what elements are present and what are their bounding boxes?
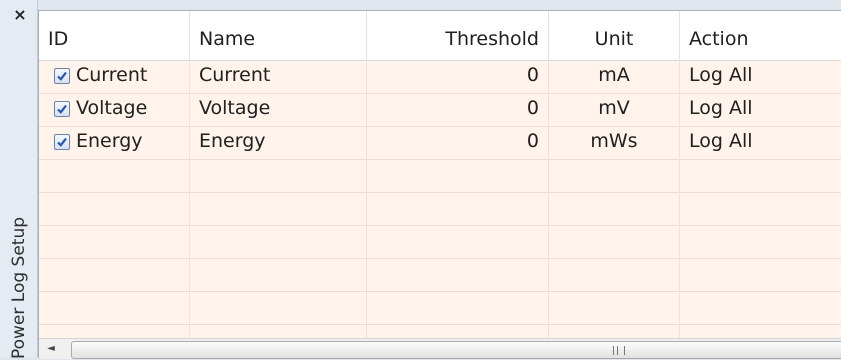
cell-action[interactable]: Log All [680,126,841,159]
cell-unit[interactable]: mA [549,60,680,93]
cell-action[interactable]: Log All [680,93,841,126]
side-tab-power-log-setup[interactable]: Power Log Setup [4,215,34,360]
cell-unit [549,258,680,291]
scrollbar-grip-icon [613,346,625,355]
cell-threshold [367,258,549,291]
cell-name [190,258,367,291]
side-panel: × Power Log Setup [0,0,38,360]
table-row-empty [39,291,841,325]
column-header-name[interactable]: Name [190,11,367,60]
cell-action [680,192,841,225]
cell-name [190,159,367,192]
cell-unit [549,192,680,225]
cell-action [680,258,841,291]
cell-action [680,225,841,258]
cell-unit[interactable]: mV [549,93,680,126]
table-row-empty [39,258,841,292]
table-row[interactable]: Current Current 0 mA Log All [39,60,841,94]
cell-threshold[interactable]: 0 [367,126,549,159]
row-id-label: Energy [76,130,143,152]
scroll-left-arrow-icon[interactable]: ◄ [41,340,61,358]
side-tab-label: Power Log Setup [9,216,29,359]
cell-id [39,225,190,258]
cell-threshold[interactable]: 0 [367,60,549,93]
cell-unit[interactable]: mWs [549,126,680,159]
cell-action [680,159,841,192]
cell-id [39,192,190,225]
cell-name [190,225,367,258]
cell-name [190,192,367,225]
cell-threshold[interactable]: 0 [367,93,549,126]
horizontal-scrollbar[interactable]: ◄ [39,338,841,359]
checkbox-checked-icon[interactable] [54,134,70,150]
cell-name[interactable]: Voltage [190,93,367,126]
table-row[interactable]: Energy Energy 0 mWs Log All [39,126,841,160]
cell-id[interactable]: Current [39,60,190,93]
table-header: ID Name Threshold Unit Action [39,11,841,61]
cell-name[interactable]: Current [190,60,367,93]
table-row-empty [39,159,841,193]
cell-threshold [367,225,549,258]
table-row-empty [39,192,841,226]
table-row-empty [39,225,841,259]
cell-unit [549,291,680,324]
column-header-action[interactable]: Action [680,11,841,60]
cell-unit [549,225,680,258]
scrollbar-thumb[interactable] [71,341,841,359]
cell-name [190,291,367,324]
table-row[interactable]: Voltage Voltage 0 mV Log All [39,93,841,127]
checkbox-checked-icon[interactable] [54,101,70,117]
column-header-unit[interactable]: Unit [549,11,680,60]
column-header-id[interactable]: ID [39,11,190,60]
cell-id[interactable]: Energy [39,126,190,159]
cell-threshold [367,192,549,225]
data-grid: ID Name Threshold Unit Action Current Cur… [38,10,841,359]
cell-id [39,258,190,291]
cell-id[interactable]: Voltage [39,93,190,126]
cell-action [680,291,841,324]
cell-id [39,291,190,324]
row-id-label: Current [76,64,148,86]
close-icon[interactable]: × [11,5,29,25]
row-id-label: Voltage [76,97,148,119]
cell-name[interactable]: Energy [190,126,367,159]
cell-unit [549,159,680,192]
cell-id [39,159,190,192]
column-header-threshold[interactable]: Threshold [367,11,549,60]
cell-action[interactable]: Log All [680,60,841,93]
checkbox-checked-icon[interactable] [54,68,70,84]
cell-threshold [367,159,549,192]
cell-threshold [367,291,549,324]
